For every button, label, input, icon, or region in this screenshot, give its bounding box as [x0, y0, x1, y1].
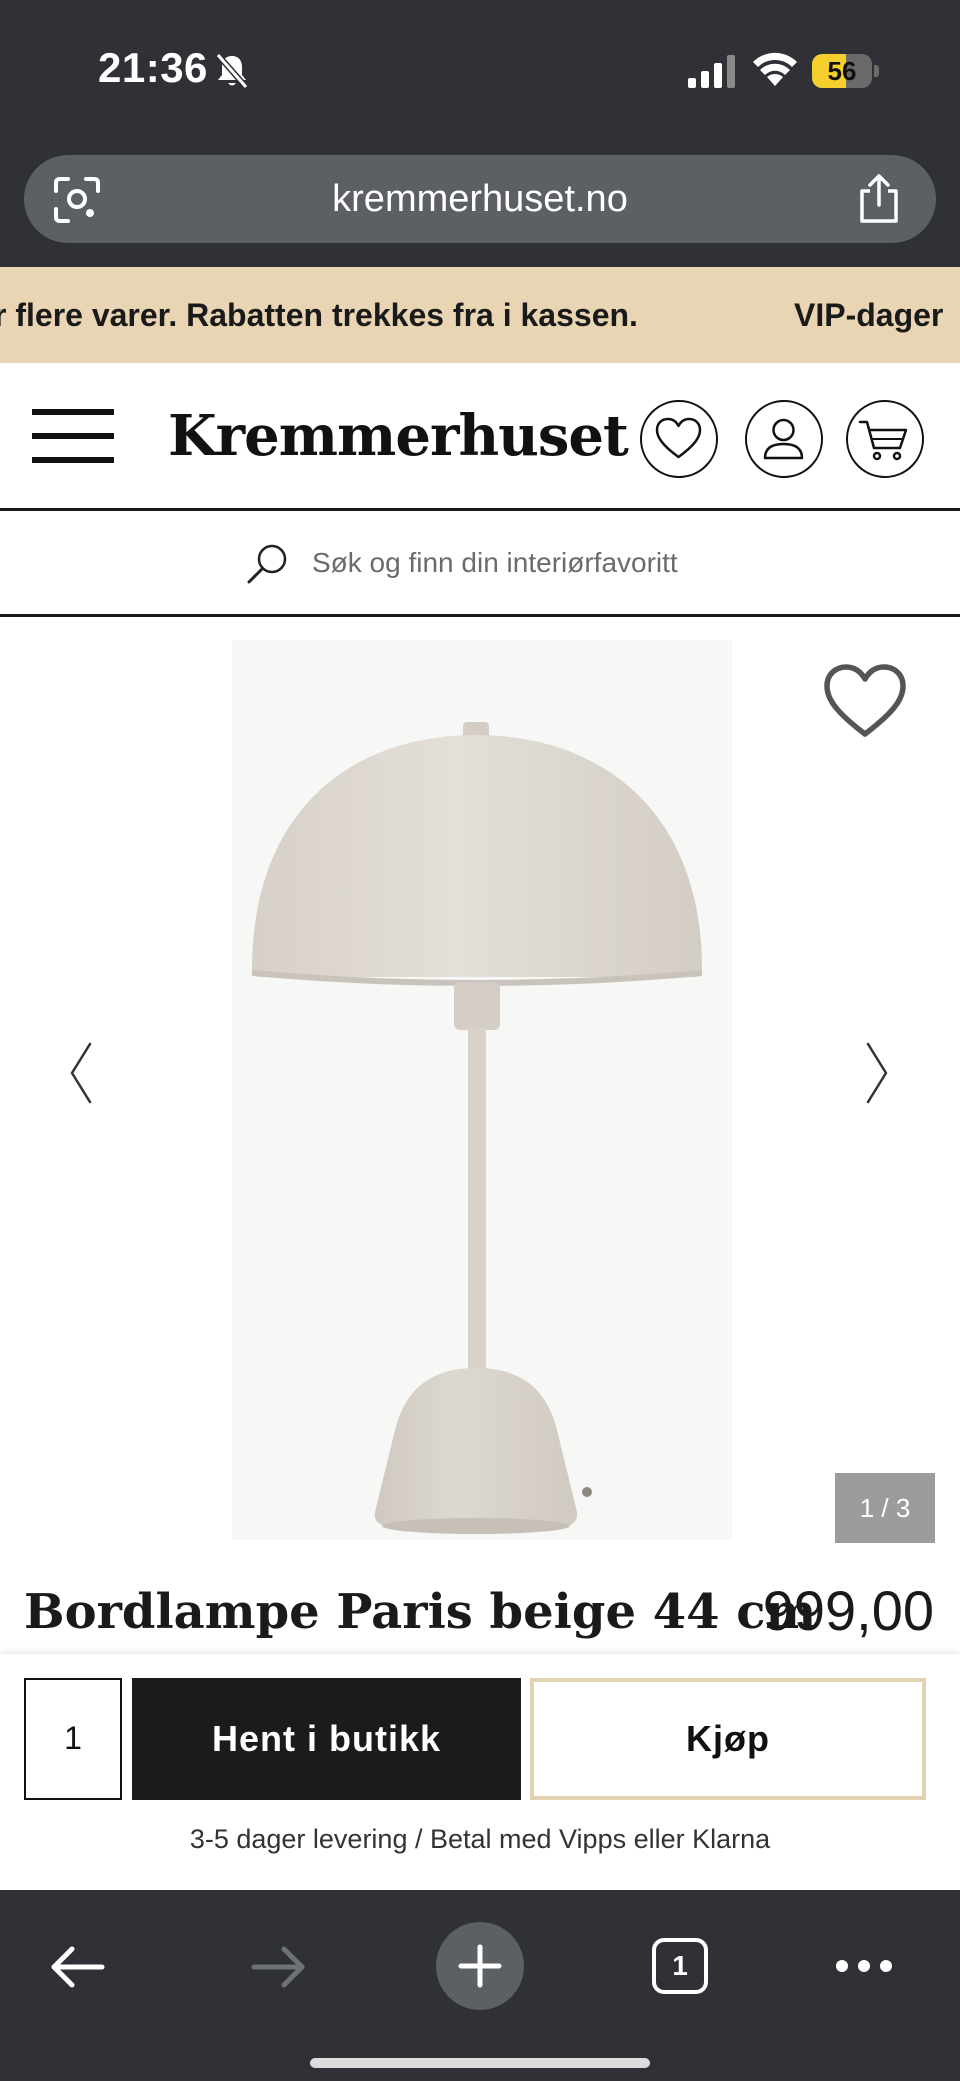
- search-bar[interactable]: [0, 511, 960, 617]
- bell-slash-icon: [215, 53, 249, 89]
- user-icon: [763, 418, 804, 460]
- browser-toolbar: 1: [0, 1890, 960, 2081]
- pickup-in-store-button[interactable]: Hent i butikk: [132, 1678, 521, 1800]
- battery-indicator: 56: [812, 54, 879, 88]
- promo-text-next: VIP-dager: [794, 297, 944, 333]
- battery-level: 56: [827, 56, 857, 86]
- new-tab-button[interactable]: [436, 1922, 524, 2010]
- search-input[interactable]: [312, 533, 772, 593]
- tab-count-button[interactable]: 1: [652, 1938, 708, 1994]
- ellipsis-icon[interactable]: [834, 1956, 894, 1976]
- heart-icon: [655, 417, 702, 459]
- purchase-bar: 1 Hent i butikk Kjøp 3-5 dager levering …: [0, 1654, 960, 1890]
- url-text[interactable]: kremmerhuset.no: [24, 155, 936, 243]
- image-counter: 1 / 3: [835, 1473, 935, 1543]
- product-title: Bordlampe Paris beige 44 cm: [24, 1584, 817, 1640]
- cart-icon: [858, 420, 908, 461]
- add-to-wishlist-heart-icon[interactable]: [822, 662, 908, 740]
- arrow-right-icon[interactable]: [250, 1942, 308, 1992]
- arrow-left-icon[interactable]: [48, 1942, 106, 1992]
- wifi-icon: [753, 52, 797, 86]
- promo-text: r flere varer. Rabatten trekkes fra i ka…: [0, 297, 638, 333]
- plus-icon: [458, 1944, 502, 1988]
- product-image[interactable]: [232, 640, 732, 1540]
- chevron-left-icon[interactable]: [66, 1038, 96, 1108]
- status-time: 21:36: [98, 44, 208, 91]
- home-indicator: [310, 2058, 650, 2068]
- product-gallery: 1 / 3: [0, 620, 960, 1550]
- buy-button[interactable]: Kjøp: [530, 1678, 926, 1800]
- site-header: Kremmerhuset: [0, 363, 960, 511]
- lamp-illustration: [232, 640, 732, 1540]
- search-icon: [247, 544, 287, 584]
- browser-address-area: kremmerhuset.no: [0, 145, 960, 267]
- share-icon[interactable]: [854, 173, 904, 225]
- status-bar: 21:36 56: [0, 0, 960, 145]
- site-logo[interactable]: Kremmerhuset: [168, 403, 629, 469]
- url-bar[interactable]: kremmerhuset.no: [24, 155, 936, 243]
- cart-button[interactable]: [846, 400, 924, 478]
- cellular-signal-icon: [688, 55, 735, 88]
- product-price: 999,00: [762, 1579, 934, 1642]
- quantity-field[interactable]: 1: [24, 1678, 122, 1800]
- delivery-info: 3-5 dager levering / Betal med Vipps ell…: [189, 1824, 771, 1854]
- chevron-right-icon[interactable]: [862, 1038, 892, 1108]
- hamburger-menu-icon[interactable]: [32, 405, 114, 467]
- account-button[interactable]: [745, 400, 823, 478]
- promo-banner[interactable]: r flere varer. Rabatten trekkes fra i ka…: [0, 267, 960, 363]
- wishlist-button[interactable]: [640, 400, 718, 478]
